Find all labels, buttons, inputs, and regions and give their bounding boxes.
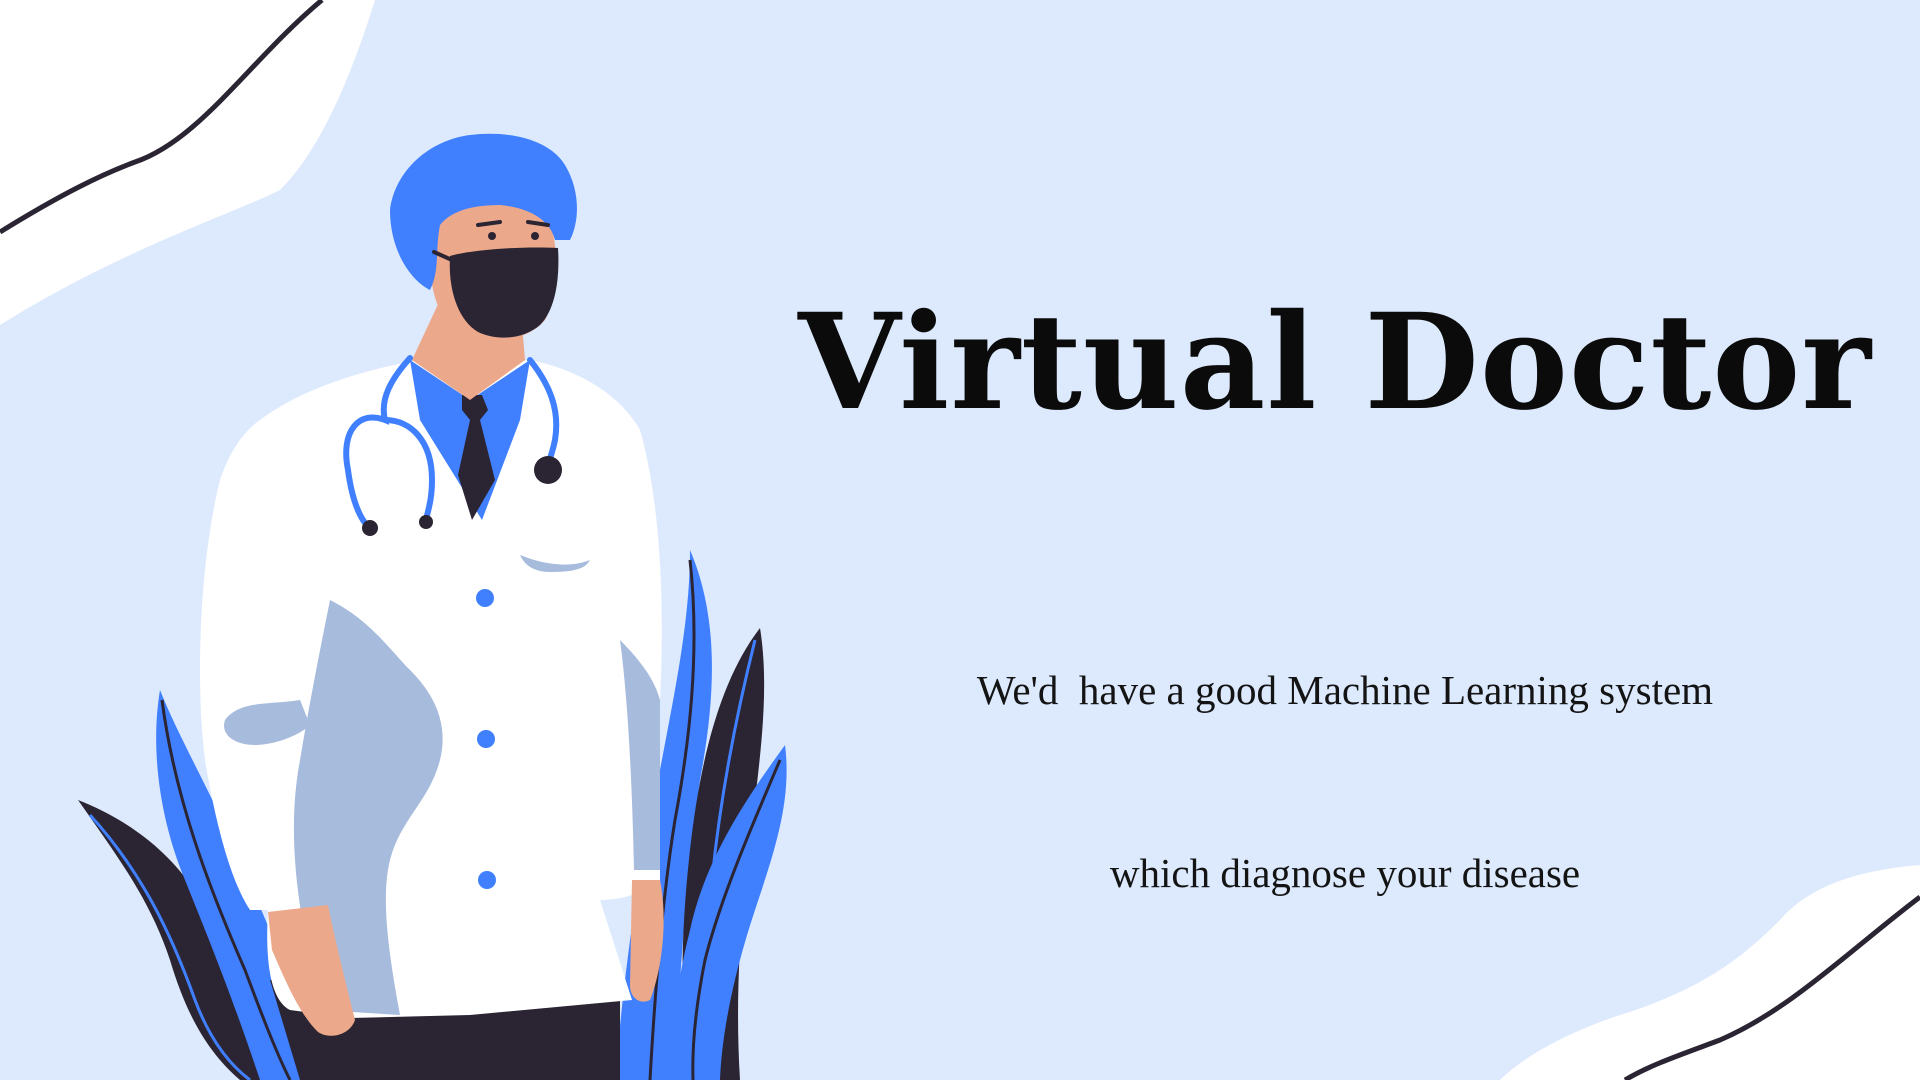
subtitle-line: which diagnose your disease <box>1109 850 1581 896</box>
slide-title: Virtual Doctor <box>798 285 1872 440</box>
slide-subtitle: We'd have a good Machine Learning system… <box>860 538 1830 1026</box>
coat-button <box>477 730 495 748</box>
coat-button <box>476 589 494 607</box>
slide: Virtual Doctor We'd have a good Machine … <box>0 0 1920 1080</box>
coat-button <box>478 871 496 889</box>
subtitle-line: We'd have a good Machine Learning system <box>976 667 1714 713</box>
